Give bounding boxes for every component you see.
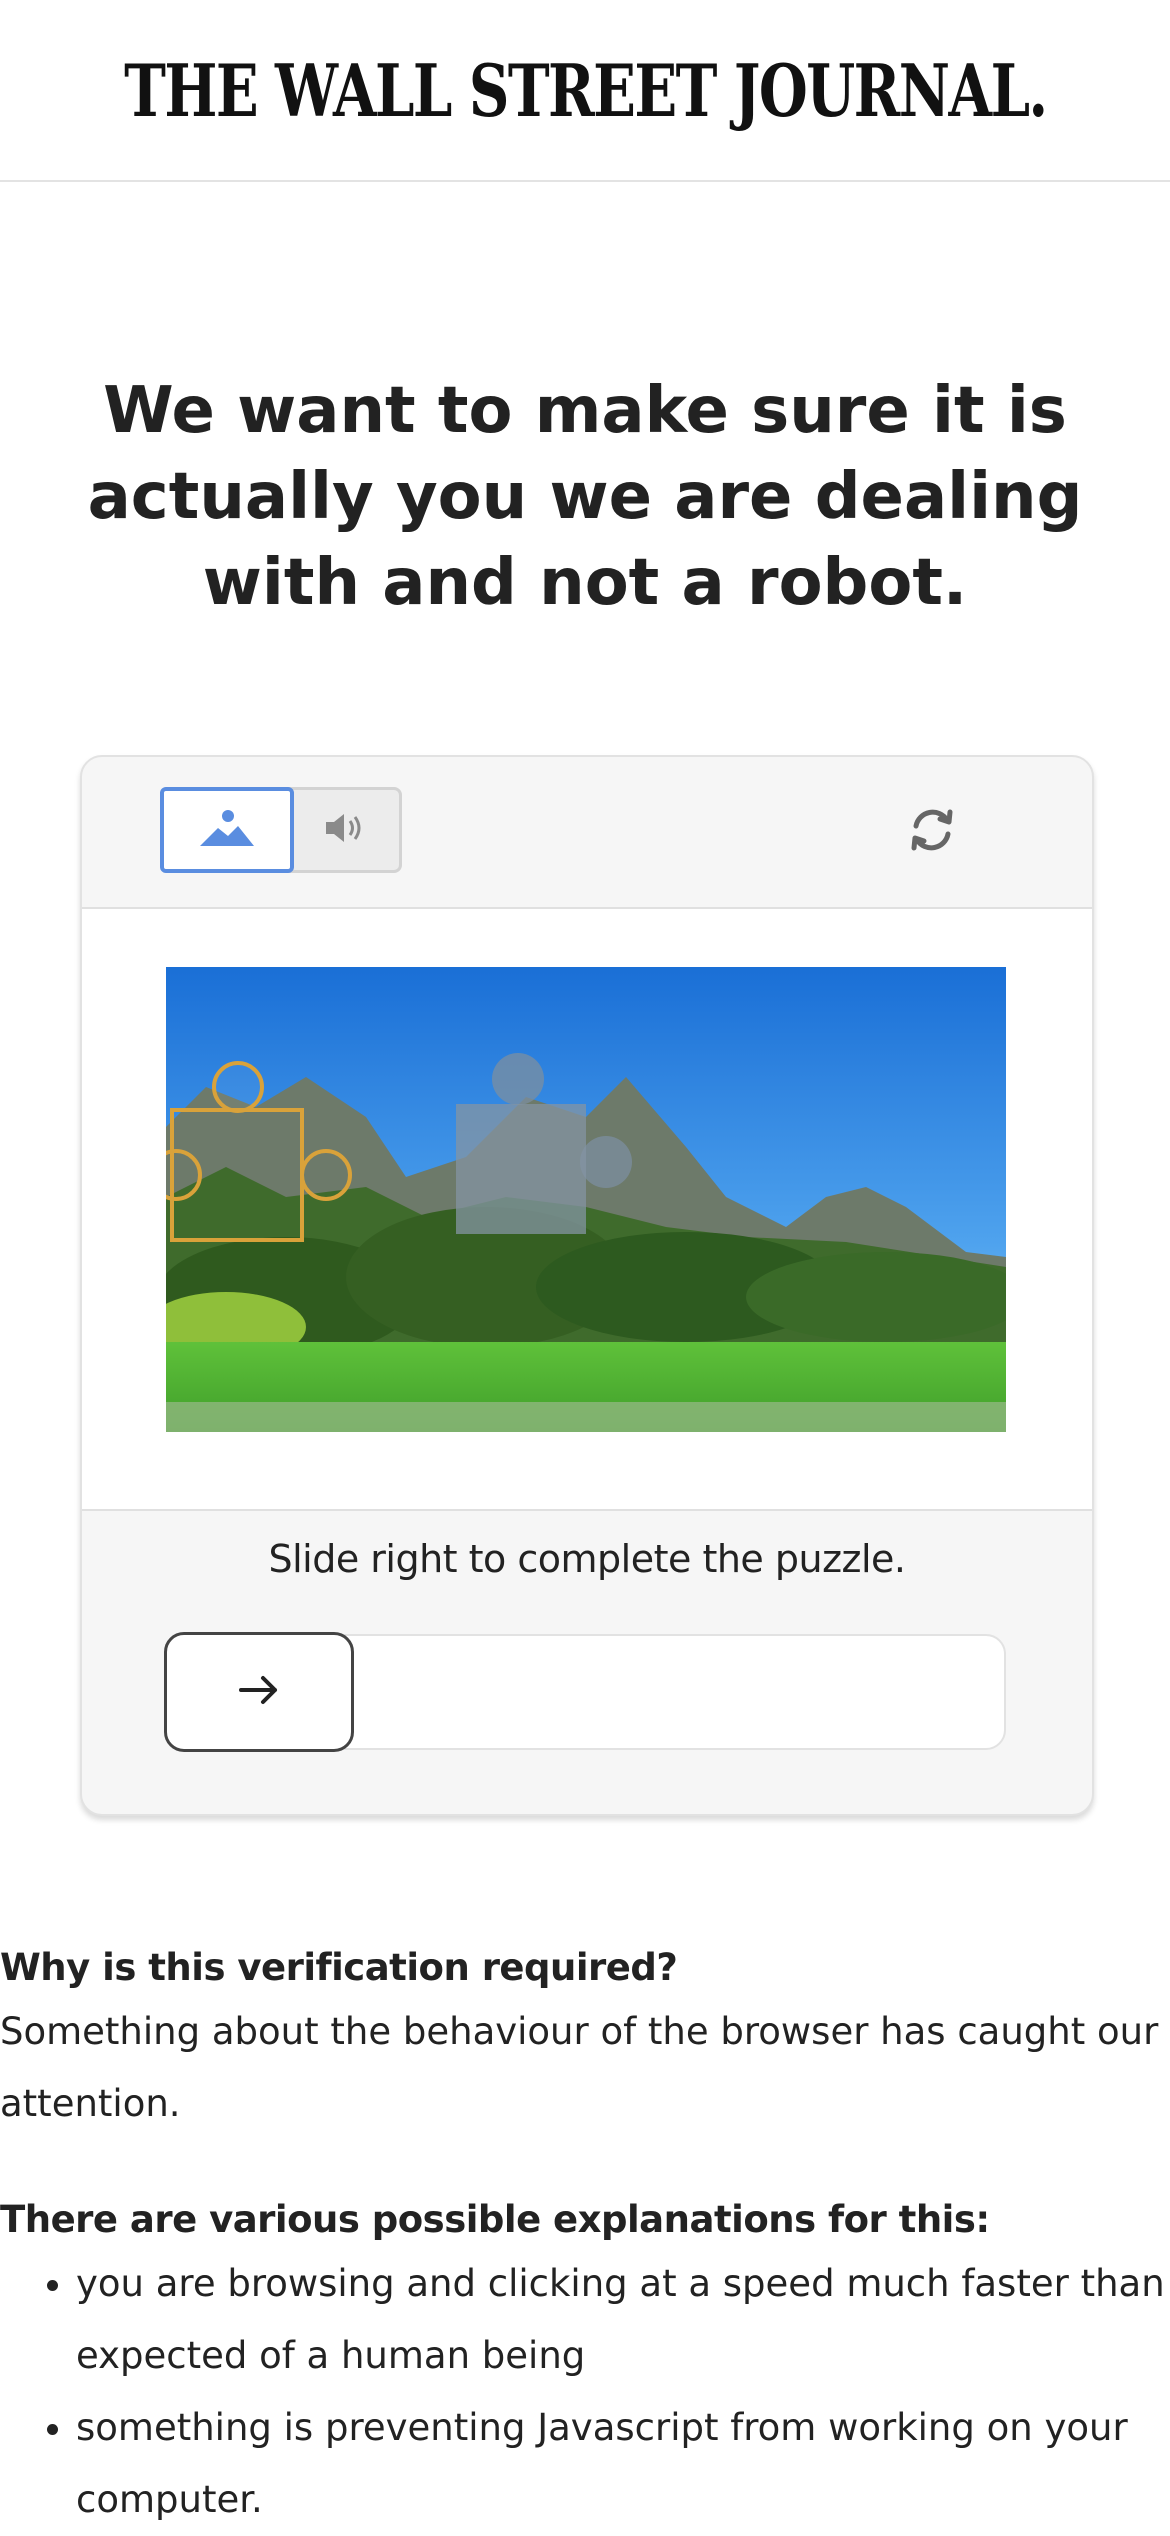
arrow-right-icon	[237, 1672, 281, 1712]
top-bar: THE WALL STREET JOURNAL.	[0, 0, 1170, 182]
refresh-button[interactable]	[902, 802, 962, 862]
captcha-widget: Slide right to complete the puzzle.	[80, 755, 1094, 1816]
audio-mode-button[interactable]	[294, 790, 399, 870]
masthead-logo: THE WALL STREET JOURNAL.	[123, 47, 1048, 133]
puzzle-image	[166, 967, 1006, 1432]
captcha-mode-toggle	[160, 787, 402, 873]
info-section: Why is this verification required? Somet…	[0, 1940, 1170, 2536]
image-icon	[198, 806, 256, 854]
verification-question-heading: Why is this verification required?	[0, 1946, 678, 1989]
slider-handle[interactable]	[164, 1632, 354, 1752]
page-headline: We want to make sure it is actually you …	[87, 374, 1083, 620]
image-mode-button[interactable]	[160, 787, 294, 873]
list-item: you are browsing and clicking at a speed…	[76, 2248, 1170, 2392]
reasons-list: you are browsing and clicking at a speed…	[0, 2248, 1170, 2536]
captcha-body	[82, 909, 1092, 1511]
refresh-icon	[904, 802, 960, 862]
captcha-toolbar	[82, 757, 1092, 909]
audio-icon	[324, 810, 370, 850]
verification-explanation: Something about the behaviour of the bro…	[0, 2010, 1159, 2125]
captcha-instruction: Slide right to complete the puzzle.	[268, 1537, 906, 1581]
list-item: something is preventing Javascript from …	[76, 2392, 1170, 2536]
explanations-heading: There are various possible explanations …	[0, 2198, 990, 2241]
